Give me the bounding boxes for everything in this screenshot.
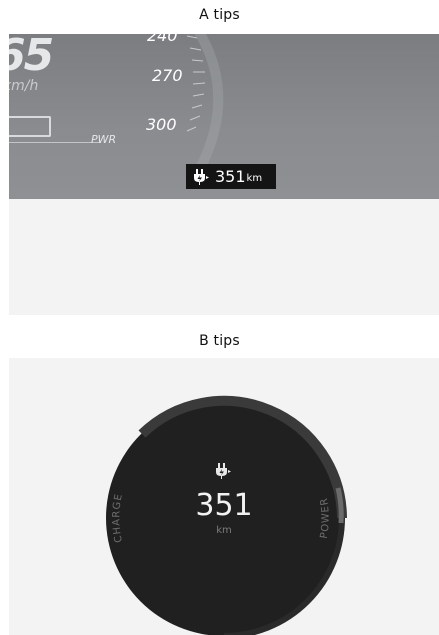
- scale-label-240: 240: [147, 34, 178, 45]
- ev-plug-icon: [194, 168, 209, 185]
- round-gauge: 351 km CHARGE POWER: [106, 395, 347, 635]
- power-label-gauge: POWER: [319, 497, 331, 540]
- range-unit: km: [246, 173, 263, 184]
- panel-b: 351 km CHARGE POWER: [9, 358, 439, 635]
- gauge-range-unit: km: [216, 525, 232, 536]
- scale-label-270: 270: [152, 66, 183, 85]
- scale-label-300: 300: [146, 115, 177, 134]
- gauge-range-value: 351: [195, 488, 252, 523]
- power-baseline: [9, 142, 101, 143]
- power-bar: [9, 116, 51, 137]
- range-badge: 351 km: [186, 164, 276, 189]
- svg-text:POWER: POWER: [319, 497, 332, 540]
- power-label: PWR: [91, 133, 117, 146]
- range-value: 351: [215, 167, 246, 186]
- section-a-title: A tips: [199, 7, 240, 23]
- panel-a: 65 km/h 240 270 300 PWR: [9, 34, 439, 315]
- section-b-title: B tips: [199, 333, 240, 349]
- instrument-cluster: 65 km/h 240 270 300 PWR: [9, 34, 439, 199]
